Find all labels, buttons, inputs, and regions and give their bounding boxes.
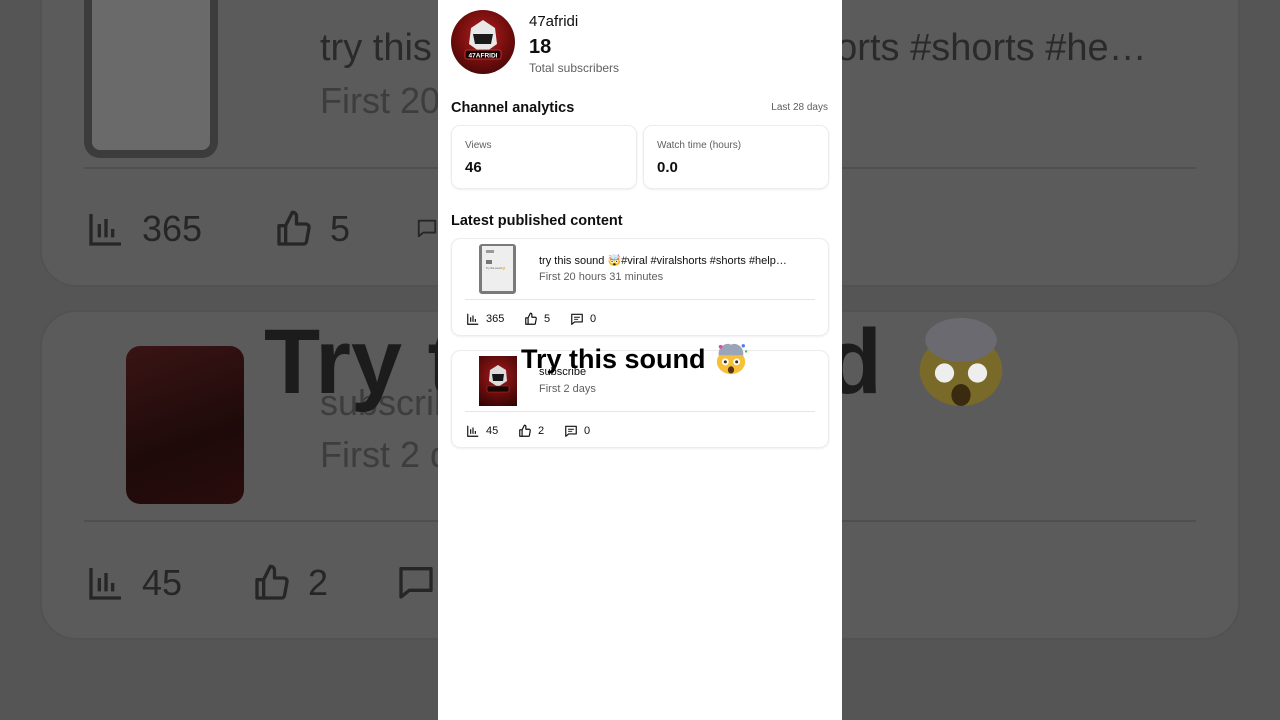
background-meta-1: First 20 hours 31 minutes — [320, 80, 440, 121]
overlay-caption: Try this sound — [521, 342, 750, 376]
video-divider-1 — [465, 299, 815, 300]
latest-content-title: Latest published content — [451, 213, 623, 229]
video-meta-1: First 20 hours 31 minutes — [539, 271, 664, 283]
video-metrics-2: 45 2 0 — [466, 424, 590, 438]
video-views-2: 45 — [466, 424, 518, 438]
background-big-caption: Try this sound — [264, 311, 438, 413]
thumbnail-art-icon — [486, 365, 510, 393]
exploding-head-emoji — [919, 318, 1003, 406]
avatar-logo-text: 47AFRIDI — [469, 53, 498, 60]
exploding-head-emoji — [712, 342, 750, 376]
background-thumbnail-2 — [126, 346, 244, 504]
comment-icon — [565, 425, 577, 437]
bar-chart-icon — [467, 425, 479, 437]
video-comments-2: 0 — [564, 424, 590, 438]
background-comments-2 — [396, 562, 438, 602]
comment-icon — [571, 313, 583, 325]
video-title-1[interactable]: try this sound 🤯#viral #viralshorts #sho… — [539, 254, 817, 267]
video-divider-2 — [465, 411, 815, 412]
video-thumbnail-1[interactable]: Try this sound 🤯 — [479, 244, 516, 294]
bar-chart-icon — [89, 568, 121, 600]
video-thumbnail-2[interactable] — [479, 356, 517, 406]
watch-time-value: 0.0 — [657, 159, 678, 176]
video-metrics-1: 365 5 0 — [466, 312, 596, 326]
thumbnail-caption: Try this sound 🤯 — [486, 267, 506, 270]
video-likes-2: 2 — [518, 424, 564, 438]
channel-analytics-title: Channel analytics — [451, 100, 575, 116]
background-likes-2: 2 — [252, 562, 328, 604]
avatar-art-icon: 47AFRIDI — [464, 20, 502, 60]
watch-time-stat-card[interactable]: Watch time (hours) 0.0 — [644, 126, 828, 188]
video-comments-1: 0 — [570, 312, 596, 326]
channel-avatar[interactable]: 47AFRIDI — [451, 10, 515, 74]
thumb-up-icon — [525, 312, 537, 325]
thumb-up-icon — [255, 564, 289, 600]
thumb-up-icon — [277, 210, 311, 246]
background-views-1: 365 — [86, 208, 202, 250]
bar-chart-icon — [467, 313, 479, 325]
analytics-range: Last 28 days — [771, 102, 828, 113]
views-stat-card[interactable]: Views 46 — [452, 126, 636, 188]
comment-icon — [399, 567, 433, 599]
subscriber-label: Total subscribers — [529, 61, 620, 75]
views-value: 46 — [465, 159, 482, 176]
background-views-2: 45 — [86, 562, 182, 604]
background-meta-2: First 2 days — [320, 434, 438, 475]
thumbnail-detail — [486, 260, 492, 264]
views-label: Views — [465, 140, 492, 151]
thumbnail-detail — [486, 250, 494, 253]
background-likes-1: 5 — [274, 208, 350, 250]
video-meta-2: First 2 days — [539, 383, 596, 395]
thumb-up-icon — [519, 424, 531, 437]
watch-time-label: Watch time (hours) — [657, 140, 742, 151]
comment-icon — [417, 219, 437, 238]
background-big-caption-tail: d — [842, 311, 882, 413]
subscriber-count: 18 — [529, 36, 552, 58]
bar-chart-icon — [89, 214, 121, 246]
video-views-1: 365 — [466, 312, 524, 326]
background-thumbnail-1 — [84, 0, 218, 158]
video-card-1[interactable]: Try this sound 🤯 try this sound 🤯#viral … — [452, 239, 828, 335]
channel-name: 47afridi — [529, 13, 579, 30]
video-likes-1: 5 — [524, 312, 570, 326]
background-comments-1 — [416, 208, 438, 248]
overlay-caption-text: Try this sound — [521, 343, 706, 374]
